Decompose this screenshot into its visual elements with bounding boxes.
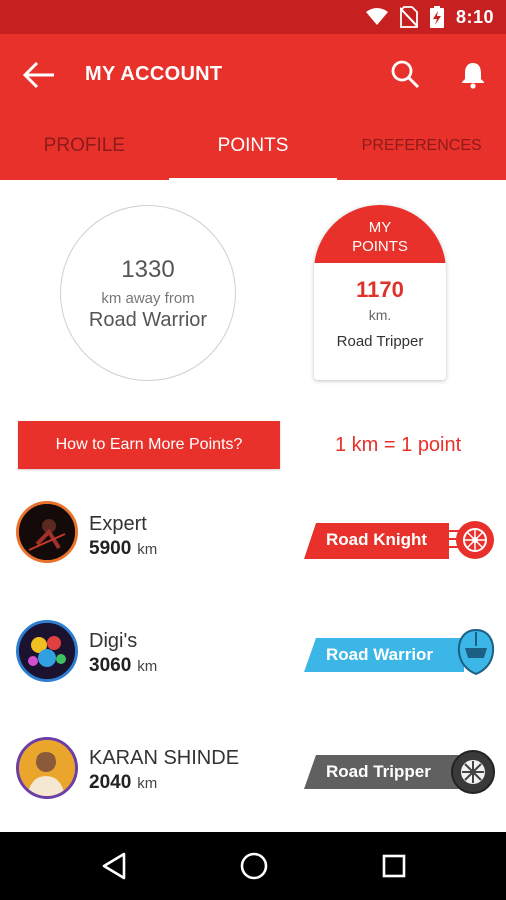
wifi-icon [365, 8, 388, 25]
recents-square-icon[interactable] [378, 850, 410, 882]
no-sim-icon [399, 6, 418, 28]
user-name: Digi's [89, 630, 138, 652]
status-time: 8:10 [455, 6, 494, 27]
score-value: 3060 [89, 655, 132, 676]
avatar [16, 501, 78, 563]
tyre-icon [451, 750, 495, 794]
level-badge: Road Warrior [304, 628, 496, 680]
my-points-card: MY POINTS 1170 km. Road Tripper [314, 205, 446, 380]
score-unit: km [137, 775, 158, 792]
search-icon[interactable] [390, 59, 420, 89]
wheel-icon [456, 521, 494, 559]
avatar-photo [19, 504, 75, 560]
avatar-photo [19, 740, 75, 796]
progress-circle: 1330 km away from Road Warrior [60, 205, 236, 381]
system-nav-bar [0, 832, 506, 900]
user-name: KARAN SHINDE [89, 747, 240, 769]
tab-profile[interactable]: PROFILE [0, 116, 169, 180]
tab-bar: PROFILE POINTS PREFERENCES [0, 116, 506, 182]
my-points-level: Road Tripper [336, 333, 424, 350]
tab-preferences[interactable]: PREFERENCES [337, 116, 506, 180]
helmet-icon [457, 628, 495, 676]
distance-remaining: 1330 [121, 256, 175, 283]
bell-icon[interactable] [460, 61, 486, 89]
my-points-heading-line2: POINTS [352, 238, 408, 255]
score-unit: km [137, 541, 158, 558]
status-bar: 8:10 [0, 0, 506, 34]
app-bar: MY ACCOUNT [0, 34, 506, 116]
badge-label: Road Knight [326, 530, 428, 549]
my-points-heading: MY POINTS [314, 205, 446, 263]
level-badge: Road Tripper [304, 749, 496, 797]
user-score: 2040 km [89, 772, 157, 794]
user-score: 3060 km [89, 655, 157, 677]
badge-label: Road Warrior [326, 645, 434, 664]
arrow-left-icon[interactable] [22, 60, 56, 90]
my-points-unit: km. [368, 307, 392, 323]
list-item[interactable]: KARAN SHINDE 2040 km Road Tripper [0, 722, 506, 832]
avatar [16, 737, 78, 799]
badge-label: Road Tripper [326, 762, 431, 781]
my-points-value: 1170 [356, 277, 404, 302]
my-points-heading-line1: MY [368, 219, 392, 236]
battery-charging-icon [429, 6, 444, 28]
list-item[interactable]: Expert 5900 km Road Knight [0, 488, 506, 598]
earn-more-points-button[interactable]: How to Earn More Points? [18, 421, 280, 469]
score-value: 2040 [89, 772, 132, 793]
score-unit: km [137, 658, 158, 675]
avatar-photo [19, 623, 75, 679]
page-title: MY ACCOUNT [85, 63, 223, 85]
distance-caption: km away from [101, 290, 195, 307]
avatar [16, 620, 78, 682]
level-badge: Road Knight [304, 519, 496, 567]
target-level: Road Warrior [88, 309, 208, 331]
back-triangle-icon[interactable] [98, 850, 130, 882]
tab-points[interactable]: POINTS [168, 116, 338, 182]
list-item[interactable]: Digi's 3060 km Road Warrior [0, 605, 506, 715]
user-score: 5900 km [89, 538, 157, 560]
home-circle-icon[interactable] [238, 850, 270, 882]
points-rate: 1 km = 1 point [335, 434, 462, 456]
score-value: 5900 [89, 538, 132, 559]
user-name: Expert [89, 513, 147, 535]
